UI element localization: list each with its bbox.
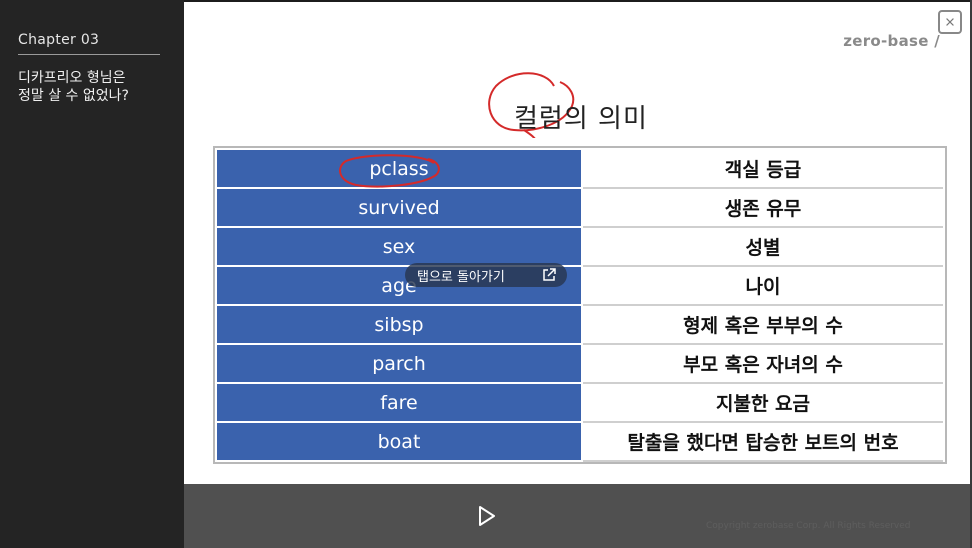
column-meaning-cell: 형제 혹은 부부의 수 xyxy=(583,306,943,345)
video-player: Chapter 03 디카프리오 형님은 정말 살 수 없었나? zero-ba… xyxy=(0,0,972,548)
back-to-tab-label: 탭으로 돌아가기 xyxy=(417,269,505,285)
close-icon xyxy=(946,18,954,26)
back-to-tab-button[interactable]: 탭으로 돌아가기 xyxy=(405,263,567,287)
table-row: fare 지불한 요금 xyxy=(217,384,943,423)
lesson-title-line1: 디카프리오 형님은 xyxy=(18,70,126,86)
column-name-cell: survived xyxy=(217,189,581,228)
lesson-title: 디카프리오 형님은 정말 살 수 없었나? xyxy=(18,69,168,105)
table-row: parch 부모 혹은 자녀의 수 xyxy=(217,345,943,384)
play-icon[interactable] xyxy=(474,504,498,528)
external-link-icon xyxy=(543,268,556,281)
copyright-text: Copyright zerobase Corp. All Rights Rese… xyxy=(706,521,911,531)
column-name-cell: pclass xyxy=(217,150,581,189)
slide-title: 컬럼의 의미 xyxy=(514,104,648,134)
column-name-cell: sibsp xyxy=(217,306,581,345)
column-name-cell: boat xyxy=(217,423,581,462)
table-row: sex 성별 xyxy=(217,228,943,267)
table-row: boat 탈출을 했다면 탑승한 보트의 번호 xyxy=(217,423,943,462)
column-meaning-cell: 탈출을 했다면 탑승한 보트의 번호 xyxy=(583,423,943,462)
column-meaning-cell: 부모 혹은 자녀의 수 xyxy=(583,345,943,384)
column-meaning-table: pclass 객실 등급 survived 생존 유무 sex 성별 age 나… xyxy=(213,146,947,464)
lecture-slide: zero-base / 컬럼의 의미 pclass 객실 등급 survived… xyxy=(184,2,970,484)
column-name-cell: parch xyxy=(217,345,581,384)
chapter-label: Chapter 03 xyxy=(18,32,160,55)
player-control-bar: Copyright zerobase Corp. All Rights Rese… xyxy=(184,484,972,548)
close-button[interactable] xyxy=(938,10,962,34)
table-row: survived 생존 유무 xyxy=(217,189,943,228)
column-meaning-cell: 객실 등급 xyxy=(583,150,943,189)
column-name-cell: fare xyxy=(217,384,581,423)
table-row: sibsp 형제 혹은 부부의 수 xyxy=(217,306,943,345)
column-meaning-cell: 성별 xyxy=(583,228,943,267)
column-meaning-cell: 생존 유무 xyxy=(583,189,943,228)
table-row: pclass 객실 등급 xyxy=(217,150,943,189)
lesson-title-line2: 정말 살 수 없었나? xyxy=(18,88,129,104)
column-name-cell: sex xyxy=(217,228,581,267)
column-meaning-cell: 지불한 요금 xyxy=(583,384,943,423)
table-row: age 나이 xyxy=(217,267,943,306)
brand-logo: zero-base / xyxy=(843,32,940,50)
column-meaning-cell: 나이 xyxy=(583,267,943,306)
chapter-sidebar: Chapter 03 디카프리오 형님은 정말 살 수 없었나? xyxy=(0,0,184,548)
